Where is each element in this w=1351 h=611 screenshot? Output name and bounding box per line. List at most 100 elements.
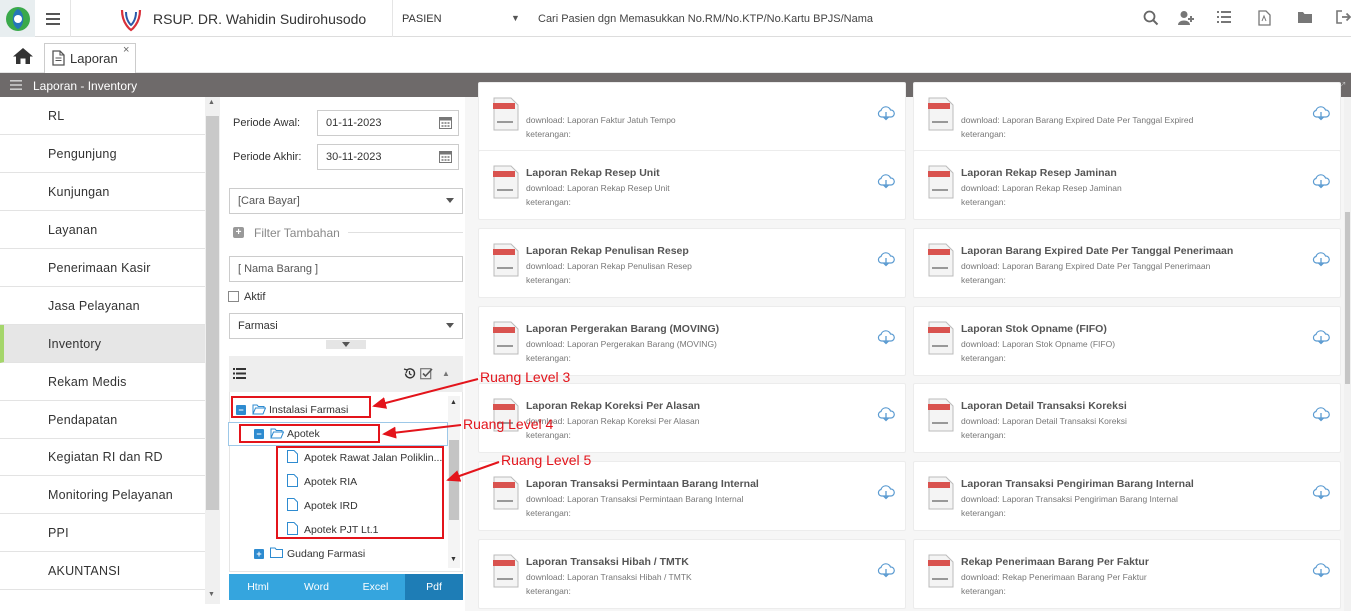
search-icon[interactable]	[1143, 10, 1161, 28]
report-card[interactable]: Laporan Stok Opname (FIFO) download: Lapo…	[913, 306, 1341, 376]
pdf-file-icon	[493, 321, 519, 355]
sidebar-item-rl[interactable]: RL	[0, 97, 205, 135]
hamburger-menu-icon[interactable]	[35, 0, 71, 37]
sidebar-item-penerimaan-kasir[interactable]: Penerimaan Kasir	[0, 249, 205, 287]
collapse-handle[interactable]	[326, 340, 366, 349]
nama-barang-input[interactable]: [ Nama Barang ]	[229, 256, 463, 282]
sidebar-item-inventory[interactable]: Inventory	[0, 325, 205, 363]
home-icon[interactable]	[12, 47, 34, 67]
patient-search-input[interactable]: Cari Pasien dgn Memasukkan No.RM/No.KTP/…	[538, 13, 873, 25]
cloud-download-icon[interactable]	[1312, 406, 1330, 422]
cloud-download-icon[interactable]	[1312, 173, 1330, 189]
export-html-button[interactable]: Html	[229, 574, 287, 600]
list-icon[interactable]	[233, 368, 246, 379]
report-title[interactable]: Laporan Rekap Koreksi Per Alasan	[526, 400, 700, 412]
report-title[interactable]: Laporan Rekap Resep Unit	[526, 167, 660, 179]
tree-scrollbar-thumb[interactable]	[449, 440, 459, 520]
sidebar-item-kunjungan[interactable]: Kunjungan	[0, 173, 205, 211]
sidebar-item-layanan[interactable]: Layanan	[0, 211, 205, 249]
sidebar-item-rekam-medis[interactable]: Rekam Medis	[0, 363, 205, 401]
tab-close-icon[interactable]: ×	[123, 44, 129, 56]
tab-label[interactable]: Laporan	[70, 51, 118, 66]
logout-icon[interactable]	[1336, 10, 1351, 28]
cara-bayar-select[interactable]: [Cara Bayar]	[229, 188, 463, 214]
sidebar-item-pendapatan[interactable]: Pendapatan	[0, 401, 205, 439]
aktif-checkbox[interactable]	[228, 291, 239, 302]
sidebar-item-jasa-pelayanan[interactable]: Jasa Pelayanan	[0, 287, 205, 325]
scroll-down-icon[interactable]: ▼	[450, 556, 457, 563]
sidebar-item-pengunjung[interactable]: Pengunjung	[0, 135, 205, 173]
report-card[interactable]: Laporan Transaksi Pengiriman Barang Inte…	[913, 461, 1341, 531]
list-icon[interactable]	[1217, 10, 1235, 28]
chevron-up-icon[interactable]: ▲	[442, 369, 450, 378]
export-word-button[interactable]: Word	[287, 574, 346, 600]
sidebar-item-akuntansi[interactable]: AKUNTANSI	[0, 552, 205, 590]
calendar-icon[interactable]	[439, 150, 453, 164]
cloud-download-icon[interactable]	[1312, 251, 1330, 267]
report-card[interactable]: Laporan Barang Expired Date Per Tanggal …	[913, 228, 1341, 298]
sidebar-scrollbar-thumb[interactable]	[206, 116, 219, 510]
report-card[interactable]: Laporan Pergerakan Barang (MOVING) downlo…	[478, 306, 906, 376]
periode-awal-input[interactable]: 01-11-2023	[317, 110, 459, 136]
add-user-icon[interactable]	[1177, 10, 1195, 28]
chevron-down-icon[interactable]	[342, 342, 350, 347]
cloud-download-icon[interactable]	[877, 105, 895, 121]
patient-mode-select[interactable]: PASIEN	[402, 13, 442, 25]
scroll-down-icon[interactable]: ▼	[208, 591, 215, 598]
sidebar-item-monitoring-pelayanan[interactable]: Monitoring Pelayanan	[0, 476, 205, 514]
chevron-down-icon[interactable]: ▼	[511, 13, 520, 23]
scroll-up-icon[interactable]: ▲	[450, 399, 457, 406]
expand-icon[interactable]: +	[254, 549, 264, 559]
report-title[interactable]: Laporan Transaksi Pengiriman Barang Inte…	[961, 478, 1194, 490]
report-card[interactable]: download: Laporan Faktur Jatuh Tempo kete…	[478, 82, 906, 152]
history-icon[interactable]	[403, 367, 416, 380]
cloud-download-icon[interactable]	[1312, 562, 1330, 578]
cloud-download-icon[interactable]	[877, 562, 895, 578]
periode-akhir-input[interactable]: 30-11-2023	[317, 144, 459, 170]
report-card[interactable]: Rekap Penerimaan Barang Per Faktur downlo…	[913, 539, 1341, 609]
report-grid-scrollbar-thumb[interactable]	[1345, 212, 1350, 384]
filter-tambahan-toggle[interactable]: + Filter Tambahan	[233, 226, 340, 240]
export-pdf-button[interactable]: Pdf	[405, 574, 463, 600]
cloud-download-icon[interactable]	[1312, 105, 1330, 121]
report-title[interactable]: Laporan Barang Expired Date Per Tanggal …	[961, 245, 1233, 257]
report-card[interactable]: download: Laporan Barang Expired Date Pe…	[913, 82, 1341, 152]
chevron-down-icon[interactable]	[446, 323, 454, 328]
report-card[interactable]: Laporan Rekap Resep Unit download: Lapora…	[478, 150, 906, 220]
report-title[interactable]: Rekap Penerimaan Barang Per Faktur	[961, 556, 1149, 568]
tree-node-gudang-farmasi[interactable]: Gudang Farmasi	[287, 548, 365, 560]
report-card[interactable]: Laporan Rekap Penulisan Resep download: L…	[478, 228, 906, 298]
export-excel-button[interactable]: Excel	[346, 574, 405, 600]
chevron-down-icon[interactable]	[446, 198, 454, 203]
cloud-download-icon[interactable]	[877, 484, 895, 500]
download-prefix: download:	[526, 572, 568, 582]
plus-icon[interactable]: +	[233, 227, 244, 238]
app-logo-icon[interactable]	[0, 0, 35, 37]
report-title[interactable]: Laporan Stok Opname (FIFO)	[961, 323, 1107, 335]
hamburger-menu-icon[interactable]	[10, 80, 22, 90]
report-title[interactable]: Laporan Rekap Penulisan Resep	[526, 245, 689, 257]
report-card[interactable]: Laporan Detail Transaksi Koreksi download…	[913, 383, 1341, 453]
sidebar-item-ppi[interactable]: PPI	[0, 514, 205, 552]
cloud-download-icon[interactable]	[1312, 329, 1330, 345]
calendar-icon[interactable]	[439, 116, 453, 130]
cloud-download-icon[interactable]	[1312, 484, 1330, 500]
cloud-download-icon[interactable]	[877, 406, 895, 422]
cloud-download-icon[interactable]	[877, 329, 895, 345]
folder-icon[interactable]	[1297, 10, 1315, 28]
report-title[interactable]: Laporan Rekap Resep Jaminan	[961, 167, 1117, 179]
report-title[interactable]: Laporan Transaksi Hibah / TMTK	[526, 556, 689, 568]
report-card[interactable]: Laporan Transaksi Hibah / TMTK download: …	[478, 539, 906, 609]
report-card[interactable]: Laporan Transaksi Permintaan Barang Inte…	[478, 461, 906, 531]
sidebar-item-kegiatan-ri-rd[interactable]: Kegiatan RI dan RD	[0, 438, 205, 476]
check-square-icon[interactable]	[420, 367, 433, 380]
cloud-download-icon[interactable]	[877, 251, 895, 267]
report-title[interactable]: Laporan Transaksi Permintaan Barang Inte…	[526, 478, 759, 490]
cloud-download-icon[interactable]	[877, 173, 895, 189]
report-title[interactable]: Laporan Pergerakan Barang (MOVING)	[526, 323, 719, 335]
report-title[interactable]: Laporan Detail Transaksi Koreksi	[961, 400, 1127, 412]
scroll-up-icon[interactable]: ▲	[208, 99, 215, 106]
report-card[interactable]: Laporan Rekap Resep Jaminan download: Lap…	[913, 150, 1341, 220]
farmasi-select[interactable]: Farmasi	[229, 313, 463, 339]
pdf-file-icon[interactable]	[1258, 10, 1276, 28]
